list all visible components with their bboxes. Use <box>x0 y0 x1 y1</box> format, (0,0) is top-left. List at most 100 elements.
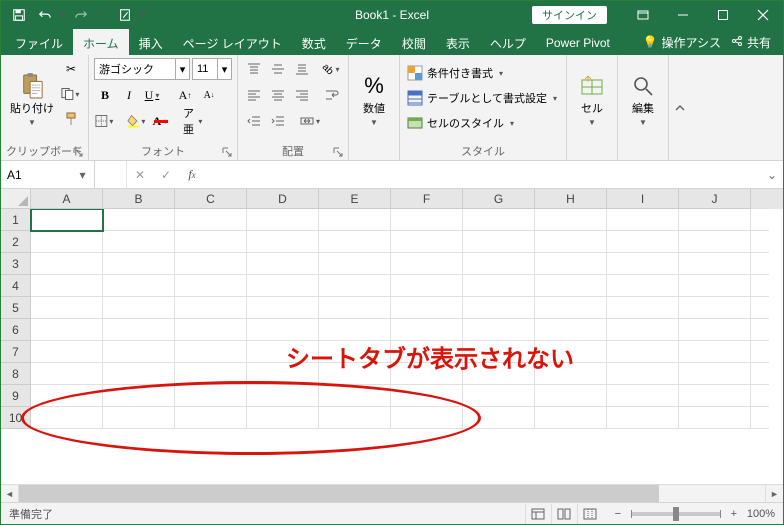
column-header[interactable]: G <box>463 189 535 209</box>
cell[interactable] <box>31 319 103 341</box>
cell[interactable] <box>247 231 319 253</box>
redo-dropdown-caret[interactable]: ▼ <box>95 11 103 20</box>
cell[interactable] <box>103 319 175 341</box>
cell[interactable] <box>319 407 391 429</box>
column-header[interactable]: F <box>391 189 463 209</box>
cell[interactable] <box>319 297 391 319</box>
scroll-right-button[interactable]: ► <box>765 485 783 502</box>
borders-button[interactable]: ▾ <box>94 110 116 132</box>
qat-customize-caret[interactable]: ▼ <box>139 11 147 20</box>
cell[interactable] <box>175 385 247 407</box>
collapse-ribbon-button[interactable] <box>668 55 690 160</box>
italic-button[interactable]: I <box>118 84 140 106</box>
cell[interactable] <box>391 253 463 275</box>
conditional-format-button[interactable]: 条件付き書式 ▾ <box>405 62 561 84</box>
minimize-button[interactable] <box>663 1 703 29</box>
cell[interactable] <box>319 385 391 407</box>
tell-me-button[interactable]: 💡 操作アシス <box>643 34 721 51</box>
cell[interactable] <box>463 209 535 231</box>
cell[interactable] <box>679 297 751 319</box>
zoom-level[interactable]: 100% <box>747 508 775 520</box>
tab-view[interactable]: 表示 <box>436 29 480 55</box>
cell[interactable] <box>463 363 535 385</box>
cell[interactable] <box>463 231 535 253</box>
cell[interactable] <box>391 385 463 407</box>
cell[interactable] <box>247 297 319 319</box>
tab-powerpivot[interactable]: Power Pivot <box>536 29 620 55</box>
cell[interactable] <box>247 407 319 429</box>
wrap-text-button[interactable] <box>321 84 343 106</box>
cell[interactable] <box>319 253 391 275</box>
cell[interactable] <box>319 363 391 385</box>
cell[interactable] <box>607 341 679 363</box>
page-layout-view-button[interactable] <box>551 504 577 524</box>
row-header[interactable]: 9 <box>1 385 31 407</box>
maximize-button[interactable] <box>703 1 743 29</box>
zoom-thumb[interactable] <box>673 507 679 521</box>
cells-button[interactable]: セル ▼ <box>572 58 612 142</box>
tab-data[interactable]: データ <box>336 29 392 55</box>
cell[interactable] <box>247 363 319 385</box>
column-header[interactable]: C <box>175 189 247 209</box>
cell[interactable] <box>535 231 607 253</box>
cell[interactable] <box>31 253 103 275</box>
scroll-thumb[interactable] <box>19 485 659 502</box>
cell[interactable] <box>679 407 751 429</box>
undo-dropdown-caret[interactable]: ▼ <box>59 11 67 20</box>
share-button[interactable]: 共有 <box>731 34 771 51</box>
row-header[interactable]: 3 <box>1 253 31 275</box>
decrease-indent-button[interactable] <box>243 110 265 132</box>
copy-button[interactable]: ▾ <box>60 83 82 105</box>
cell[interactable] <box>535 209 607 231</box>
cell[interactable] <box>463 319 535 341</box>
cell[interactable] <box>607 209 679 231</box>
cell[interactable] <box>247 385 319 407</box>
cell[interactable] <box>31 275 103 297</box>
scroll-track[interactable] <box>19 485 765 502</box>
cell[interactable] <box>535 341 607 363</box>
cell[interactable] <box>607 319 679 341</box>
row-header[interactable]: 5 <box>1 297 31 319</box>
cell[interactable] <box>391 275 463 297</box>
cell[interactable] <box>175 363 247 385</box>
column-header[interactable]: B <box>103 189 175 209</box>
tab-insert[interactable]: 挿入 <box>129 29 173 55</box>
align-middle-button[interactable] <box>267 58 289 80</box>
cell[interactable] <box>103 341 175 363</box>
undo-button[interactable] <box>33 4 57 26</box>
font-name-input[interactable] <box>95 59 175 79</box>
cell[interactable] <box>463 297 535 319</box>
cell[interactable] <box>607 231 679 253</box>
align-top-button[interactable] <box>243 58 265 80</box>
dialog-launcher-button[interactable] <box>220 145 234 159</box>
scroll-left-button[interactable]: ◄ <box>1 485 19 502</box>
cell[interactable] <box>175 209 247 231</box>
cell[interactable] <box>175 253 247 275</box>
phonetic-button[interactable]: ア亜▾ <box>182 110 204 132</box>
cell[interactable] <box>103 363 175 385</box>
cell[interactable] <box>607 385 679 407</box>
cell[interactable] <box>463 253 535 275</box>
column-header[interactable]: D <box>247 189 319 209</box>
chevron-down-icon[interactable]: ▾ <box>217 59 231 79</box>
increase-indent-button[interactable] <box>267 110 289 132</box>
cell[interactable] <box>391 231 463 253</box>
redo-button[interactable] <box>69 4 93 26</box>
cell[interactable] <box>607 363 679 385</box>
zoom-slider[interactable] <box>631 512 721 516</box>
cell[interactable] <box>247 341 319 363</box>
tab-home[interactable]: ホーム <box>73 29 129 55</box>
row-header[interactable]: 1 <box>1 209 31 231</box>
format-painter-button[interactable] <box>60 108 82 130</box>
font-size-combo[interactable]: ▾ <box>192 58 232 80</box>
cell[interactable] <box>31 385 103 407</box>
bold-button[interactable]: B <box>94 84 116 106</box>
merge-center-button[interactable]: ▾ <box>297 110 325 132</box>
row-header[interactable]: 8 <box>1 363 31 385</box>
pagebreak-view-button[interactable] <box>577 504 603 524</box>
cell[interactable] <box>535 319 607 341</box>
cell[interactable] <box>679 253 751 275</box>
cell[interactable] <box>31 363 103 385</box>
zoom-out-button[interactable]: − <box>611 508 625 520</box>
cell[interactable] <box>391 341 463 363</box>
